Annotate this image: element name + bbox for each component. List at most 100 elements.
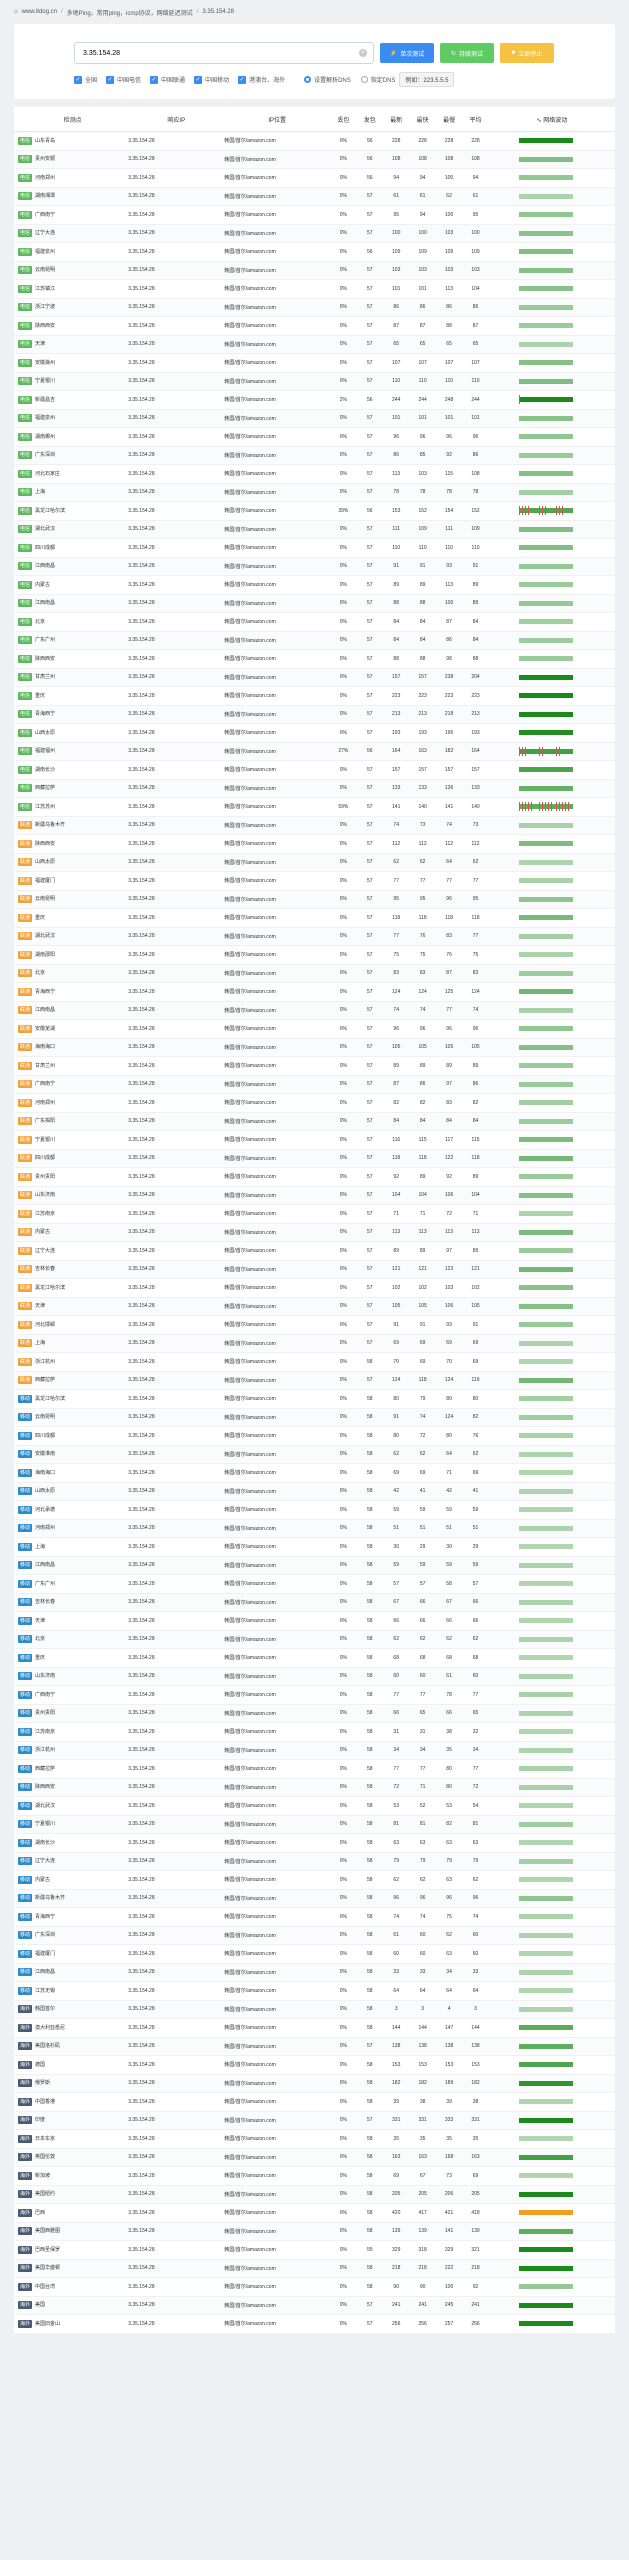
dns-local-radio[interactable]: 设置解析DNS bbox=[304, 75, 351, 84]
latency-graph[interactable] bbox=[518, 1507, 573, 1513]
latency-graph[interactable] bbox=[518, 395, 573, 405]
latency-graph[interactable] bbox=[518, 1729, 573, 1735]
filter-overseas[interactable]: ✓ 港澳台、海外 bbox=[238, 75, 285, 84]
latency-graph[interactable] bbox=[518, 1673, 573, 1679]
latency-graph[interactable] bbox=[518, 1618, 573, 1624]
latency-graph[interactable] bbox=[518, 2191, 573, 2197]
latency-graph[interactable] bbox=[518, 1137, 573, 1143]
latency-graph[interactable] bbox=[518, 434, 573, 440]
latency-graph[interactable] bbox=[518, 1007, 573, 1013]
latency-graph[interactable] bbox=[518, 489, 573, 495]
latency-graph[interactable] bbox=[518, 767, 573, 773]
latency-graph[interactable] bbox=[518, 1470, 573, 1476]
filter-unicom[interactable]: ✓ 中国联通 bbox=[150, 75, 185, 84]
column-header[interactable]: ∿ 网络波动 bbox=[488, 107, 615, 132]
latency-graph[interactable] bbox=[518, 1488, 573, 1494]
latency-graph[interactable] bbox=[518, 1821, 573, 1827]
latency-graph[interactable] bbox=[518, 1692, 573, 1698]
latency-graph[interactable] bbox=[518, 1636, 573, 1642]
latency-graph[interactable] bbox=[518, 2284, 573, 2290]
latency-graph[interactable] bbox=[518, 415, 573, 421]
latency-graph[interactable] bbox=[518, 1951, 573, 1957]
search-field[interactable]: × bbox=[74, 42, 374, 64]
latency-graph[interactable] bbox=[518, 2099, 573, 2105]
breadcrumb-item[interactable]: 多地Ping，常用ping，icmp协议，网络延迟测试 bbox=[67, 8, 193, 17]
latency-graph[interactable] bbox=[518, 2080, 573, 2086]
latency-graph[interactable] bbox=[518, 193, 573, 199]
search-input[interactable] bbox=[81, 48, 359, 58]
latency-graph[interactable] bbox=[518, 1155, 573, 1161]
latency-graph[interactable] bbox=[518, 1840, 573, 1846]
filter-telecom[interactable]: ✓ 中国电信 bbox=[106, 75, 141, 84]
column-header[interactable]: 平均 bbox=[462, 107, 489, 132]
latency-graph[interactable] bbox=[518, 1747, 573, 1753]
column-header[interactable]: 发包 bbox=[356, 107, 383, 132]
column-header[interactable]: 最慢 bbox=[435, 107, 463, 132]
latency-graph[interactable] bbox=[518, 600, 573, 606]
latency-graph[interactable] bbox=[518, 1044, 573, 1050]
latency-graph[interactable] bbox=[518, 1229, 573, 1235]
latency-graph[interactable] bbox=[518, 267, 573, 273]
latency-graph[interactable] bbox=[518, 563, 573, 569]
latency-graph[interactable] bbox=[518, 915, 573, 921]
latency-graph[interactable] bbox=[518, 802, 573, 812]
latency-graph[interactable] bbox=[518, 452, 573, 458]
column-header[interactable]: IP位置 bbox=[224, 107, 331, 132]
latency-graph[interactable] bbox=[518, 2025, 573, 2031]
latency-graph[interactable] bbox=[518, 841, 573, 847]
latency-graph[interactable] bbox=[518, 2154, 573, 2160]
latency-graph[interactable] bbox=[518, 1581, 573, 1587]
latency-graph[interactable] bbox=[518, 378, 573, 384]
latency-graph[interactable] bbox=[518, 1248, 573, 1254]
latency-graph[interactable] bbox=[518, 1858, 573, 1864]
latency-graph[interactable] bbox=[518, 2265, 573, 2271]
latency-graph[interactable] bbox=[518, 822, 573, 828]
latency-graph[interactable] bbox=[518, 1803, 573, 1809]
latency-graph[interactable] bbox=[518, 341, 573, 347]
latency-graph[interactable] bbox=[518, 2228, 573, 2234]
latency-graph[interactable] bbox=[518, 952, 573, 958]
latency-graph[interactable] bbox=[518, 1174, 573, 1180]
column-header[interactable]: 最新 bbox=[382, 107, 410, 132]
column-header[interactable]: 响应IP bbox=[128, 107, 225, 132]
latency-graph[interactable] bbox=[518, 878, 573, 884]
filter-all[interactable]: ✓ 全国 bbox=[74, 75, 97, 84]
latency-graph[interactable] bbox=[518, 1525, 573, 1531]
latency-graph[interactable] bbox=[518, 175, 573, 181]
latency-graph[interactable] bbox=[518, 1544, 573, 1550]
column-header[interactable]: 检测点 bbox=[14, 107, 129, 132]
latency-graph[interactable] bbox=[518, 2043, 573, 2049]
latency-graph[interactable] bbox=[518, 1303, 573, 1309]
latency-graph[interactable] bbox=[518, 323, 573, 329]
latency-graph[interactable] bbox=[518, 138, 573, 144]
dns-custom-radio[interactable]: 指定DNS bbox=[360, 75, 395, 84]
breadcrumb-item[interactable]: www.itdog.cn bbox=[22, 9, 57, 15]
latency-graph[interactable] bbox=[518, 1895, 573, 1901]
latency-graph[interactable] bbox=[518, 1599, 573, 1605]
dns-input[interactable]: 例如：223.5.5.5 bbox=[399, 72, 455, 87]
latency-graph[interactable] bbox=[518, 1285, 573, 1291]
latency-graph[interactable] bbox=[518, 1710, 573, 1716]
latency-graph[interactable] bbox=[518, 1969, 573, 1975]
latency-graph[interactable] bbox=[518, 2117, 573, 2123]
latency-graph[interactable] bbox=[518, 1266, 573, 1272]
latency-graph[interactable] bbox=[518, 1914, 573, 1920]
latency-graph[interactable] bbox=[518, 859, 573, 865]
latency-graph[interactable] bbox=[518, 156, 573, 162]
latency-graph[interactable] bbox=[518, 545, 573, 551]
latency-graph[interactable] bbox=[518, 785, 573, 791]
continuous-test-button[interactable]: ↻ 持续测试 bbox=[440, 43, 494, 63]
filter-mobile[interactable]: ✓ 中国移动 bbox=[194, 75, 229, 84]
latency-graph[interactable] bbox=[518, 1100, 573, 1106]
latency-graph[interactable] bbox=[518, 1877, 573, 1883]
latency-graph[interactable] bbox=[518, 2247, 573, 2253]
latency-graph[interactable] bbox=[518, 582, 573, 588]
latency-graph[interactable] bbox=[518, 2210, 573, 2216]
latency-graph[interactable] bbox=[518, 619, 573, 625]
column-header[interactable]: 丢包 bbox=[330, 107, 357, 132]
latency-graph[interactable] bbox=[518, 1396, 573, 1402]
latency-graph[interactable] bbox=[518, 2006, 573, 2012]
latency-graph[interactable] bbox=[518, 693, 573, 699]
latency-graph[interactable] bbox=[518, 304, 573, 310]
latency-graph[interactable] bbox=[518, 471, 573, 477]
